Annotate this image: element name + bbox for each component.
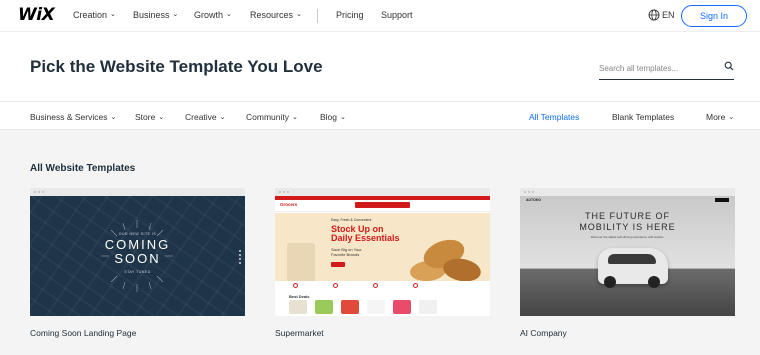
- chevron-down-icon: ⌄: [172, 10, 179, 18]
- page-title: Pick the Website Template You Love: [30, 57, 323, 76]
- template-gallery: All Website Templates OUR NEW SITE IS CO…: [0, 130, 760, 355]
- category-bar: Business & Services ⌄ Store ⌄ Creative ⌄…: [0, 101, 760, 130]
- tab-blank-templates[interactable]: Blank Templates: [612, 112, 674, 122]
- search-icon[interactable]: [724, 61, 734, 71]
- globe-icon[interactable]: [648, 9, 660, 21]
- nav-item-label: Growth: [194, 10, 224, 20]
- ai-company-logo: AUTOKO: [526, 198, 542, 202]
- supermarket-kicker: Easy, Fresh & Convenient: [331, 218, 372, 222]
- category-label: Community: [246, 112, 289, 122]
- browser-bar: [520, 188, 735, 196]
- headline-line-2: MOBILITY IS HERE: [579, 222, 676, 232]
- template-card-ai-company[interactable]: AUTOKO THE FUTURE OF MOBILITY IS HERE Di…: [520, 188, 735, 316]
- wix-logo[interactable]: WiX: [18, 5, 55, 25]
- self-driving-car-graphic: [598, 248, 668, 288]
- nav-item-support[interactable]: Support: [381, 10, 413, 20]
- category-store[interactable]: Store ⌄: [135, 112, 164, 122]
- supermarket-sub: Save Big on Your Favorite Brands: [331, 247, 362, 257]
- template-name[interactable]: AI Company: [520, 328, 567, 338]
- chevron-down-icon: ⌄: [728, 114, 735, 121]
- coming-soon-kicker: OUR NEW SITE IS: [118, 232, 157, 236]
- section-title: All Website Templates: [30, 163, 136, 174]
- sub-line-2: Favorite Brands: [331, 252, 360, 257]
- nav-item-label: Pricing: [336, 10, 364, 20]
- chevron-down-icon: ⌄: [158, 114, 165, 121]
- template-search: [599, 58, 734, 80]
- tab-label: All Templates: [529, 112, 580, 122]
- nav-item-growth[interactable]: Growth ⌄: [194, 10, 232, 20]
- supermarket-logo: Grocers: [280, 202, 298, 207]
- slider-dots: [239, 250, 241, 264]
- ai-company-headline: THE FUTURE OF MOBILITY IS HERE: [520, 211, 735, 233]
- chevron-down-icon: ⌄: [226, 10, 232, 18]
- template-thumbnail: Grocers Easy, Fresh & Convenient Stock U…: [275, 196, 490, 316]
- tab-label: Blank Templates: [612, 112, 675, 122]
- category-label: Business & Services: [30, 112, 108, 122]
- headline-line-2: SOON: [114, 251, 161, 266]
- tab-more[interactable]: More ⌄: [706, 112, 734, 122]
- nav-item-label: Creation: [73, 10, 108, 20]
- best-deals-label: Best Deals: [289, 294, 310, 299]
- coming-soon-headline: COMING SOON: [30, 238, 245, 266]
- browser-bar: [30, 188, 245, 196]
- tab-all-templates[interactable]: All Templates: [529, 112, 579, 122]
- chevron-down-icon: ⌄: [110, 114, 117, 121]
- nav-item-label: Business: [133, 10, 170, 20]
- supermarket-headline: Stock Up on Daily Essentials: [331, 225, 400, 243]
- category-label: Blog: [320, 112, 338, 122]
- page-header: Pick the Website Template You Love: [0, 33, 760, 101]
- nav-item-business[interactable]: Business ⌄: [133, 10, 178, 20]
- category-community[interactable]: Community ⌄: [246, 112, 298, 122]
- template-card-coming-soon[interactable]: OUR NEW SITE IS COMING SOON STAY TUNED: [30, 188, 245, 316]
- top-navigation: WiX Creation ⌄ Business ⌄ Growth ⌄ Resou…: [0, 0, 760, 32]
- coming-soon-footer: STAY TUNED: [124, 270, 151, 274]
- category-blog[interactable]: Blog ⌄: [320, 112, 346, 122]
- chevron-down-icon: ⌄: [340, 114, 346, 121]
- chevron-down-icon: ⌄: [110, 10, 116, 18]
- nav-divider: [317, 9, 318, 23]
- template-card-supermarket[interactable]: Grocers Easy, Fresh & Convenient Stock U…: [275, 188, 490, 316]
- shop-now-button: [331, 262, 345, 267]
- chevron-down-icon: ⌄: [219, 114, 226, 121]
- category-label: Store: [135, 112, 156, 122]
- search-input[interactable]: [599, 59, 717, 78]
- template-thumbnail: OUR NEW SITE IS COMING SOON STAY TUNED: [30, 196, 245, 316]
- nav-item-resources[interactable]: Resources ⌄: [250, 10, 302, 20]
- language-selector[interactable]: EN: [662, 10, 675, 20]
- headline-line-1: THE FUTURE OF: [585, 211, 670, 221]
- ai-company-nav-button: [715, 198, 729, 202]
- chevron-down-icon: ⌄: [296, 10, 302, 18]
- headline-line-1: COMING: [104, 237, 171, 252]
- tab-label: More: [706, 112, 726, 122]
- browser-bar: [275, 188, 490, 196]
- sign-in-button[interactable]: Sign In: [681, 5, 747, 27]
- supermarket-search: [355, 202, 410, 208]
- headline-line-2: Daily Essentials: [331, 233, 400, 243]
- category-business-services[interactable]: Business & Services ⌄: [30, 112, 116, 122]
- template-name[interactable]: Coming Soon Landing Page: [30, 328, 136, 338]
- ai-company-sub: Discover the safest self-driving experie…: [590, 235, 665, 239]
- category-label: Creative: [185, 112, 217, 122]
- nav-item-label: Support: [381, 10, 413, 20]
- nav-item-pricing[interactable]: Pricing: [336, 10, 364, 20]
- template-thumbnail: AUTOKO THE FUTURE OF MOBILITY IS HERE Di…: [520, 196, 735, 316]
- nav-item-creation[interactable]: Creation ⌄: [73, 10, 116, 20]
- chevron-down-icon: ⌄: [291, 114, 298, 121]
- template-name[interactable]: Supermarket: [275, 328, 324, 338]
- nav-item-label: Resources: [250, 10, 294, 20]
- category-creative[interactable]: Creative ⌄: [185, 112, 226, 122]
